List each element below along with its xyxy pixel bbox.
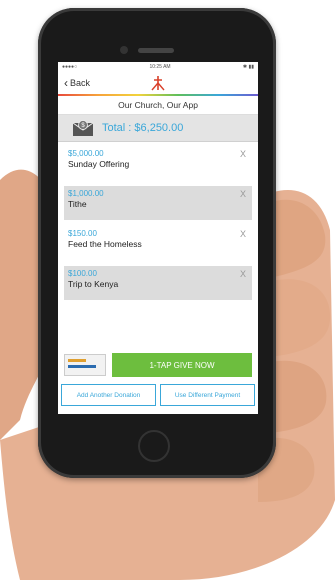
chevron-left-icon: ‹ — [64, 75, 68, 90]
donation-amount: $5,000.00 — [68, 149, 104, 158]
donation-name: Sunday Offering — [68, 159, 130, 169]
donation-amount: $1,000.00 — [68, 189, 104, 198]
donation-amount: $100.00 — [68, 269, 97, 278]
remove-icon[interactable]: X — [240, 229, 246, 239]
donation-name: Trip to Kenya — [68, 279, 119, 289]
envelope-dollar-icon: $ — [72, 120, 94, 136]
clock: 10:25 AM — [149, 64, 171, 70]
remove-icon[interactable]: X — [240, 189, 246, 199]
status-bar: ●●●●○ 10:25 AM ✱ ▮▮ — [58, 62, 258, 72]
speaker-grille — [138, 48, 174, 53]
total-bar: $ Total : $6,250.00 — [58, 115, 258, 142]
payment-bar: 1-TAP GIVE NOW — [58, 350, 258, 380]
donation-list: $5,000.00 Sunday Offering X $1,000.00 Ti… — [58, 142, 258, 300]
battery-indicator: ✱ ▮▮ — [242, 64, 254, 70]
different-payment-button[interactable]: Use Different Payment — [160, 384, 255, 406]
remove-icon[interactable]: X — [240, 149, 246, 159]
remove-icon[interactable]: X — [240, 269, 246, 279]
nav-bar: ‹ Back — [58, 72, 258, 94]
donation-item[interactable]: $5,000.00 Sunday Offering X — [64, 146, 252, 180]
donation-amount: $150.00 — [68, 229, 97, 238]
camera-icon — [120, 46, 128, 54]
give-now-button[interactable]: 1-TAP GIVE NOW — [112, 353, 252, 377]
credit-card-icon[interactable] — [64, 354, 106, 376]
signal-indicator: ●●●●○ — [62, 64, 78, 70]
donation-item[interactable]: $1,000.00 Tithe X — [64, 186, 252, 220]
donation-item[interactable]: $100.00 Trip to Kenya X — [64, 266, 252, 300]
total-amount: $6,250.00 — [134, 122, 184, 134]
home-button[interactable] — [138, 430, 170, 462]
donation-name: Tithe — [68, 199, 87, 209]
bottom-actions: Add Another Donation Use Different Payme… — [58, 384, 258, 406]
back-button[interactable]: ‹ Back — [64, 75, 91, 90]
app-title: Our Church, Our App — [58, 96, 258, 115]
donation-name: Feed the Homeless — [68, 239, 142, 249]
back-label: Back — [70, 78, 91, 88]
church-logo-icon — [151, 76, 165, 91]
total-label: Total : — [102, 122, 135, 134]
add-donation-button[interactable]: Add Another Donation — [61, 384, 156, 406]
donation-item[interactable]: $150.00 Feed the Homeless X — [64, 226, 252, 260]
app-screen: ●●●●○ 10:25 AM ✱ ▮▮ ‹ Back Our Church, O… — [58, 62, 258, 414]
